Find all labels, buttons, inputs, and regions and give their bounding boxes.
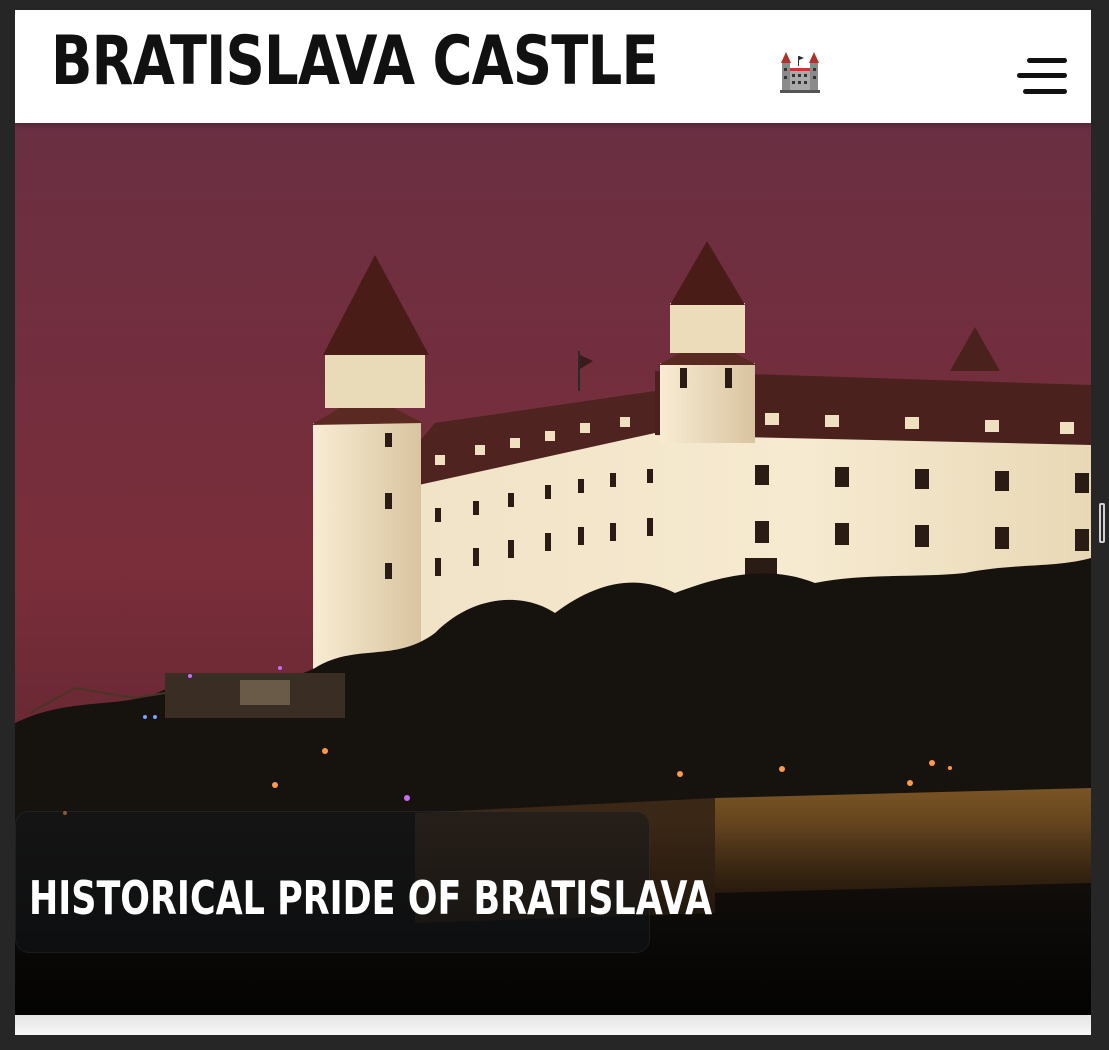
menu-bar-top [1027, 58, 1067, 63]
hero-section: HISTORICAL PRIDE OF BRATISLAVA [15, 123, 1091, 1015]
menu-bar-bottom [1023, 89, 1067, 94]
castle-icon[interactable] [776, 48, 824, 96]
site-header: BRATISLAVA CASTLE [15, 10, 1091, 123]
scrollbar-handle[interactable] [1099, 503, 1105, 543]
hero-caption: HISTORICAL PRIDE OF BRATISLAVA [29, 871, 713, 925]
hamburger-menu-icon[interactable] [1017, 56, 1067, 96]
menu-bar-middle [1017, 73, 1067, 78]
browser-viewport: BRATISLAVA CASTLE HISTORICAL PRIDE OF BR… [15, 10, 1091, 1035]
site-title[interactable]: BRATISLAVA CASTLE [51, 28, 659, 96]
next-section-edge [15, 1015, 1091, 1035]
